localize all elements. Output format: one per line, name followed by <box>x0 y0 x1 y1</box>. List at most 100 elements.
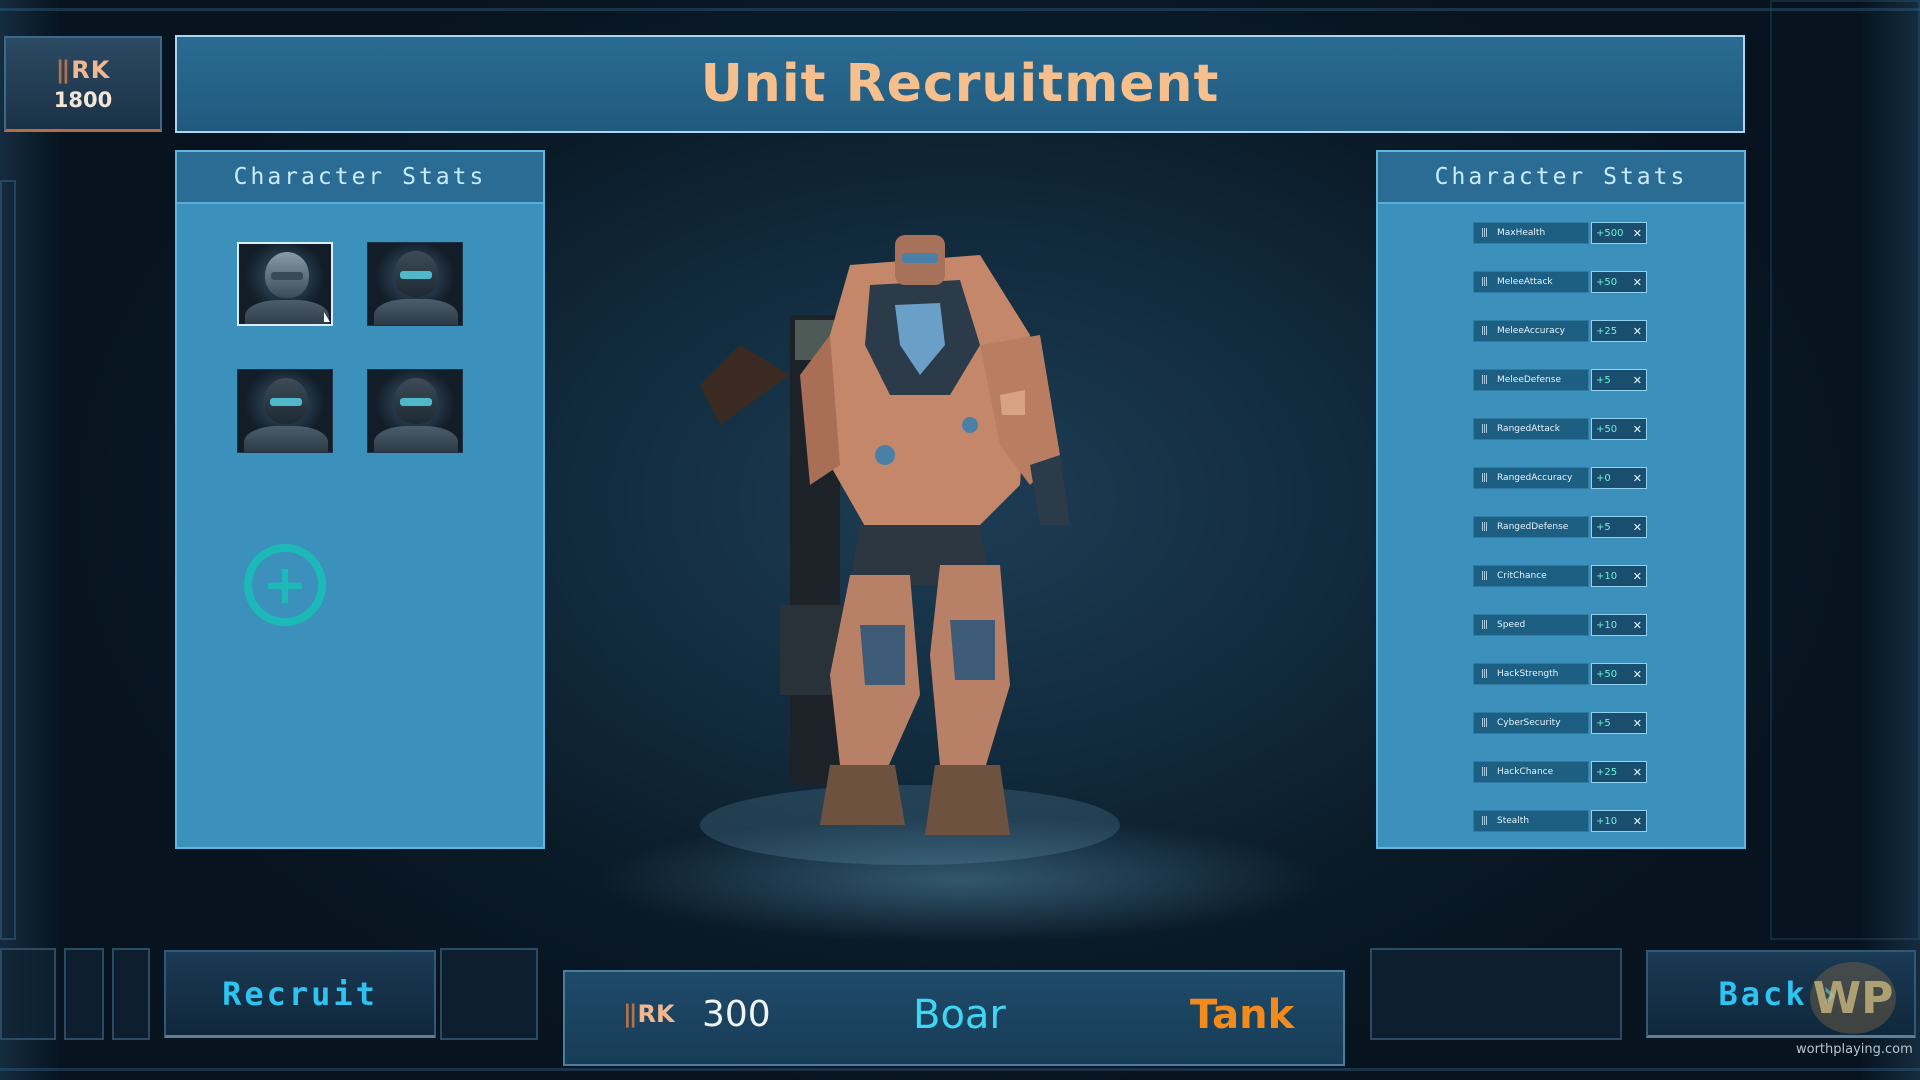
left-deco-frame <box>0 180 16 940</box>
close-icon[interactable]: ✕ <box>1633 521 1642 534</box>
stat-value: +50 <box>1596 276 1618 288</box>
unit-name: Boar <box>913 992 1006 1038</box>
close-icon[interactable]: ✕ <box>1633 374 1642 387</box>
stat-value-box: +10 ✕ <box>1591 810 1647 832</box>
stat-row[interactable]: ||| HackStrength +50 ✕ <box>1473 663 1647 685</box>
close-icon[interactable]: ✕ <box>1633 423 1642 436</box>
close-icon[interactable]: ✕ <box>1633 227 1642 240</box>
drag-handle-icon[interactable]: ||| <box>1477 424 1491 434</box>
stat-name: CyberSecurity <box>1497 718 1561 728</box>
stat-row[interactable]: ||| CritChance +10 ✕ <box>1473 565 1647 587</box>
drag-handle-icon[interactable]: ||| <box>1477 767 1491 777</box>
stat-value-box: +50 ✕ <box>1591 418 1647 440</box>
close-icon[interactable]: ✕ <box>1633 668 1642 681</box>
stat-value-box: +5 ✕ <box>1591 369 1647 391</box>
stat-row[interactable]: ||| MeleeDefense +5 ✕ <box>1473 369 1647 391</box>
stat-row[interactable]: ||| MaxHealth +500 ✕ <box>1473 222 1647 244</box>
drag-handle-icon[interactable]: ||| <box>1477 522 1491 532</box>
stat-list: ||| MaxHealth +500 ✕ ||| MeleeAttack +50 ✕ ||| Me… <box>1378 204 1744 832</box>
stat-value-box: +0 ✕ <box>1591 467 1647 489</box>
bottom-deco-3 <box>112 948 150 1040</box>
portrait-2[interactable] <box>367 242 463 326</box>
logo-bars-icon: || <box>55 55 70 84</box>
close-icon[interactable]: ✕ <box>1633 325 1642 338</box>
stat-name: HackStrength <box>1497 669 1559 679</box>
drag-handle-icon[interactable]: ||| <box>1477 571 1491 581</box>
unit-role: Tank <box>1190 992 1295 1038</box>
cost-logo: || RK <box>623 1000 675 1028</box>
stat-row[interactable]: ||| RangedDefense +5 ✕ <box>1473 516 1647 538</box>
stat-name-box: ||| RangedAccuracy <box>1473 467 1589 489</box>
stat-name: Speed <box>1497 620 1526 630</box>
top-rail <box>0 8 1920 11</box>
stat-row[interactable]: ||| MeleeAttack +50 ✕ <box>1473 271 1647 293</box>
close-icon[interactable]: ✕ <box>1633 717 1642 730</box>
credits-amount: 1800 <box>53 87 113 112</box>
close-icon[interactable]: ✕ <box>1633 472 1642 485</box>
right-stats-panel: Character Stats ||| MaxHealth +500 ✕ ||| Mele… <box>1376 150 1746 849</box>
stat-row[interactable]: ||| RangedAttack +50 ✕ <box>1473 418 1647 440</box>
drag-handle-icon[interactable]: ||| <box>1477 228 1491 238</box>
drag-handle-icon[interactable]: ||| <box>1477 718 1491 728</box>
stat-name-box: ||| HackStrength <box>1473 663 1589 685</box>
stat-name-box: ||| Stealth <box>1473 810 1589 832</box>
drag-handle-icon[interactable]: ||| <box>1477 473 1491 483</box>
drag-handle-icon[interactable]: ||| <box>1477 816 1491 826</box>
stat-value: +0 <box>1596 472 1611 484</box>
stat-value: +10 <box>1596 815 1618 827</box>
stat-row[interactable]: ||| MeleeAccuracy +25 ✕ <box>1473 320 1647 342</box>
credits-logo: || RK <box>56 56 111 84</box>
portrait-1[interactable] <box>237 242 333 326</box>
bottom-deco-5 <box>1370 948 1622 1040</box>
drag-handle-icon[interactable]: ||| <box>1477 620 1491 630</box>
close-icon[interactable]: ✕ <box>1633 815 1642 828</box>
recruit-button[interactable]: Recruit <box>164 950 436 1038</box>
portrait-shoulders <box>374 426 458 452</box>
stat-row[interactable]: ||| Speed +10 ✕ <box>1473 614 1647 636</box>
portrait-visor <box>400 271 432 279</box>
close-icon[interactable]: ✕ <box>1633 619 1642 632</box>
portrait-3[interactable] <box>237 369 333 453</box>
stat-row[interactable]: ||| RangedAccuracy +0 ✕ <box>1473 467 1647 489</box>
stat-row[interactable]: ||| CyberSecurity +5 ✕ <box>1473 712 1647 734</box>
back-label: Back <box>1718 974 1808 1013</box>
close-icon[interactable]: ✕ <box>1633 570 1642 583</box>
stat-value-box: +5 ✕ <box>1591 516 1647 538</box>
stat-value: +5 <box>1596 521 1611 533</box>
stat-row[interactable]: ||| HackChance +25 ✕ <box>1473 761 1647 783</box>
unit-cost: 300 <box>702 994 771 1035</box>
stat-value: +25 <box>1596 325 1618 337</box>
stat-value-box: +50 ✕ <box>1591 663 1647 685</box>
drag-handle-icon[interactable]: ||| <box>1477 375 1491 385</box>
portrait-4[interactable] <box>367 369 463 453</box>
drag-handle-icon[interactable]: ||| <box>1477 669 1491 679</box>
close-icon[interactable]: ✕ <box>1633 276 1642 289</box>
stat-name-box: ||| MaxHealth <box>1473 222 1589 244</box>
drag-handle-icon[interactable]: ||| <box>1477 326 1491 336</box>
stat-name: RangedAccuracy <box>1497 473 1573 483</box>
stat-name-box: ||| MeleeDefense <box>1473 369 1589 391</box>
stat-value-box: +10 ✕ <box>1591 614 1647 636</box>
add-unit-button[interactable]: + <box>244 544 326 626</box>
right-panel-title: Character Stats <box>1434 164 1688 190</box>
stat-name-box: ||| HackChance <box>1473 761 1589 783</box>
portrait-shoulders <box>244 426 328 452</box>
portrait-grid: + <box>177 204 543 844</box>
drag-handle-icon[interactable]: ||| <box>1477 277 1491 287</box>
stat-row[interactable]: ||| Stealth +10 ✕ <box>1473 810 1647 832</box>
mouse-cursor-icon <box>324 312 330 322</box>
cost-logo-text: RK <box>637 1000 675 1028</box>
stat-name-box: ||| RangedAttack <box>1473 418 1589 440</box>
portrait-shoulders <box>374 299 458 325</box>
page-title: Unit Recruitment <box>700 54 1220 114</box>
close-icon[interactable]: ✕ <box>1633 766 1642 779</box>
stat-value-box: +50 ✕ <box>1591 271 1647 293</box>
bottom-rail <box>0 1068 1920 1071</box>
stat-name-box: ||| CritChance <box>1473 565 1589 587</box>
stat-value: +50 <box>1596 668 1618 680</box>
plus-icon: + <box>262 553 308 616</box>
bottom-deco-2 <box>64 948 104 1040</box>
portrait-visor <box>270 398 302 406</box>
stat-name: Stealth <box>1497 816 1530 826</box>
bottom-deco-4 <box>440 948 538 1040</box>
